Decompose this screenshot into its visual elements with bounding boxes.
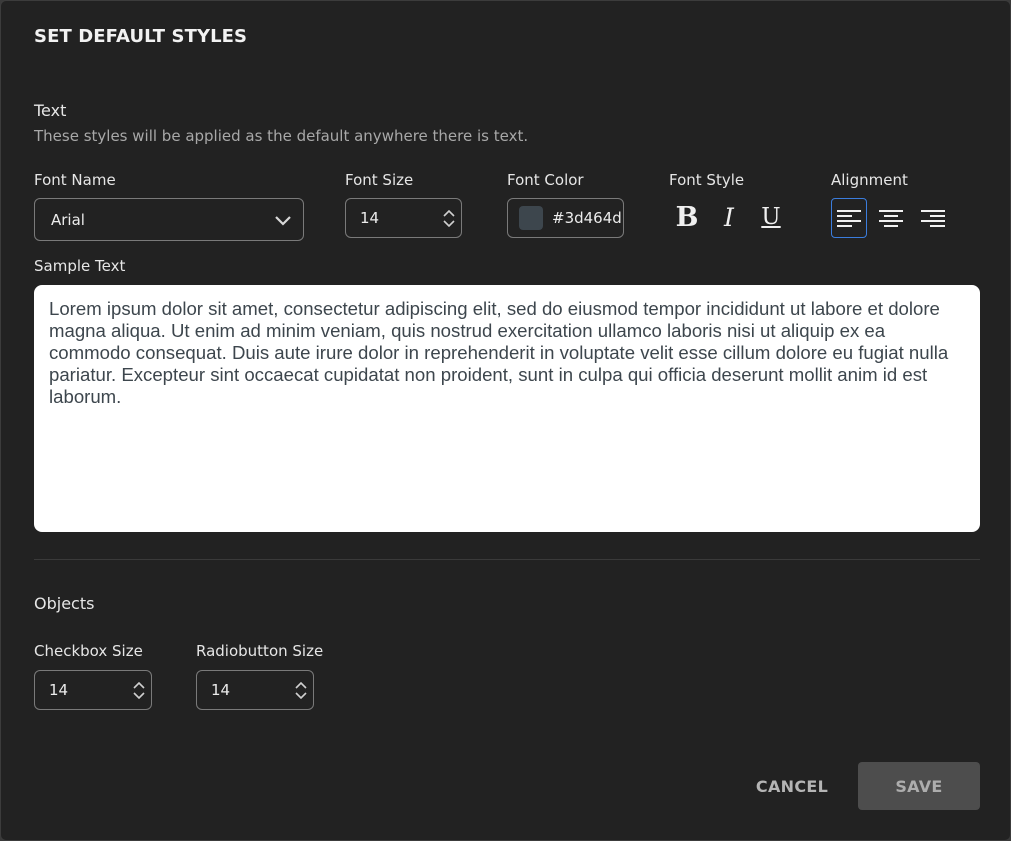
stepper-down-icon[interactable] [133, 691, 145, 699]
radiobutton-size-value: 14 [211, 681, 231, 699]
font-color-label: Font Color [507, 171, 584, 189]
underline-button[interactable]: U [755, 200, 787, 234]
font-name-value: Arial [51, 210, 85, 229]
set-default-styles-dialog: SET DEFAULT STYLES Text These styles wil… [0, 0, 1011, 841]
dialog-title: SET DEFAULT STYLES [34, 26, 248, 47]
font-color-value: #3d464d [552, 209, 622, 227]
bold-button[interactable]: B [671, 200, 703, 234]
checkbox-size-label: Checkbox Size [34, 642, 143, 660]
font-color-picker[interactable]: #3d464d [507, 198, 624, 238]
color-swatch[interactable] [519, 206, 543, 230]
stepper-down-icon[interactable] [443, 219, 455, 227]
sample-text-area[interactable]: Lorem ipsum dolor sit amet, consectetur … [34, 285, 980, 532]
objects-section-title: Objects [34, 594, 95, 613]
font-style-label: Font Style [669, 171, 745, 189]
stepper-up-icon[interactable] [133, 681, 145, 689]
italic-button[interactable]: I [713, 200, 745, 234]
align-right-icon [921, 210, 945, 227]
align-center-button[interactable] [873, 198, 909, 238]
font-size-stepper[interactable]: 14 [345, 198, 462, 238]
font-name-label: Font Name [34, 171, 116, 189]
stepper-up-icon[interactable] [443, 209, 455, 217]
align-left-icon [837, 210, 861, 227]
bold-icon: B [675, 201, 699, 233]
font-name-select[interactable]: Arial [34, 198, 304, 241]
checkbox-size-stepper[interactable]: 14 [34, 670, 152, 710]
save-button[interactable]: SAVE [858, 762, 980, 810]
alignment-label: Alignment [831, 171, 908, 189]
align-right-button[interactable] [915, 198, 951, 238]
text-section-title: Text [34, 101, 67, 120]
sample-text-label: Sample Text [34, 257, 126, 275]
font-size-label: Font Size [345, 171, 414, 189]
cancel-button[interactable]: CANCEL [746, 762, 838, 810]
font-size-value: 14 [360, 209, 380, 227]
align-center-icon [879, 210, 903, 227]
italic-icon: I [724, 202, 734, 232]
section-divider [34, 559, 980, 560]
checkbox-size-value: 14 [49, 681, 69, 699]
radiobutton-size-label: Radiobutton Size [196, 642, 324, 660]
align-left-button[interactable] [831, 198, 867, 238]
stepper-down-icon[interactable] [295, 691, 307, 699]
radiobutton-size-stepper[interactable]: 14 [196, 670, 314, 710]
text-section-description: These styles will be applied as the defa… [34, 127, 529, 145]
chevron-down-icon [263, 214, 303, 226]
stepper-up-icon[interactable] [295, 681, 307, 689]
underline-icon: U [761, 204, 781, 230]
